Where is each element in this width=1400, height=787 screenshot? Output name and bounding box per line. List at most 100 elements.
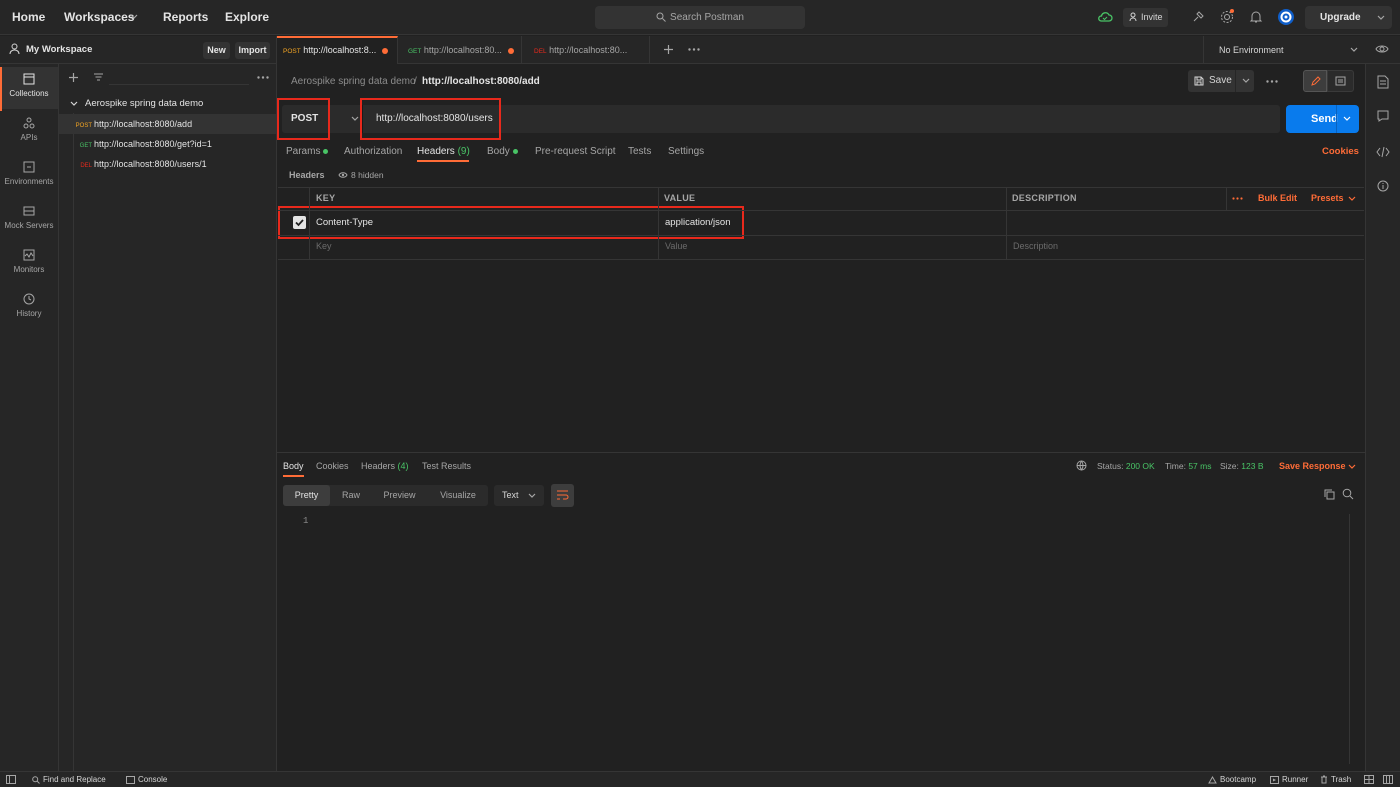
invite-button[interactable]: Invite xyxy=(1123,8,1168,27)
response-tab-test-results[interactable]: Test Results xyxy=(422,461,471,471)
edit-mode-button[interactable] xyxy=(1303,70,1327,92)
settings-icon[interactable] xyxy=(1219,9,1235,25)
more-icon[interactable] xyxy=(1232,197,1243,200)
cookies-link[interactable]: Cookies xyxy=(1322,146,1359,158)
save-button[interactable]: Save xyxy=(1188,70,1254,92)
tab-post[interactable]: POST http://localhost:8... xyxy=(277,36,398,64)
nav-reports[interactable]: Reports xyxy=(163,0,208,35)
new-button[interactable]: New xyxy=(203,42,230,59)
comments-icon[interactable] xyxy=(1377,110,1389,122)
format-preview[interactable]: Preview xyxy=(378,485,421,506)
help-icon[interactable] xyxy=(1383,775,1393,784)
add-icon[interactable] xyxy=(68,72,79,83)
divider xyxy=(278,259,1364,260)
tab-get[interactable]: GET http://localhost:80... xyxy=(398,36,522,64)
bulk-edit-link[interactable]: Bulk Edit xyxy=(1258,193,1297,203)
comment-mode-button[interactable] xyxy=(1327,70,1354,92)
search-bar[interactable]: Search Postman xyxy=(595,6,805,29)
console-button[interactable]: Console xyxy=(126,774,167,786)
chevron-down-icon[interactable] xyxy=(70,101,78,107)
tab-params[interactable]: Params xyxy=(286,146,329,158)
filter-icon[interactable] xyxy=(93,72,104,82)
info-icon[interactable] xyxy=(1377,180,1389,192)
more-icon[interactable] xyxy=(1266,80,1278,83)
request-url: http://localhost:8080/add xyxy=(94,119,193,129)
wrap-icon xyxy=(556,490,569,501)
language-select[interactable]: Text xyxy=(494,485,544,506)
nav-explore[interactable]: Explore xyxy=(225,0,269,35)
tab-tests[interactable]: Tests xyxy=(628,146,651,158)
trash-button[interactable]: Trash xyxy=(1320,774,1351,786)
key-input[interactable]: Key xyxy=(316,241,332,251)
tab-del[interactable]: DEL http://localhost:80... xyxy=(522,36,650,64)
value-input[interactable]: Value xyxy=(665,241,687,251)
tree-request-del[interactable]: DEL http://localhost:8080/users/1 xyxy=(59,154,276,174)
format-visualize[interactable]: Visualize xyxy=(435,485,481,506)
unsaved-dot xyxy=(382,47,389,54)
format-raw[interactable]: Raw xyxy=(336,485,366,506)
tab-pre-request-script[interactable]: Pre-request Script xyxy=(535,146,616,158)
import-button[interactable]: Import xyxy=(235,42,270,59)
more-icon[interactable] xyxy=(257,76,269,79)
header-enabled-checkbox[interactable] xyxy=(293,216,306,229)
description-input[interactable]: Description xyxy=(1013,241,1058,251)
nav-home[interactable]: Home xyxy=(12,0,45,35)
find-replace-button[interactable]: Find and Replace xyxy=(32,774,106,786)
tab-headers[interactable]: Headers (9) xyxy=(417,146,470,158)
apis-icon xyxy=(23,117,35,129)
rail-collections[interactable]: Collections xyxy=(0,67,58,111)
tab-authorization[interactable]: Authorization xyxy=(344,146,402,158)
save-response-dropdown[interactable]: Save Response xyxy=(1279,461,1346,471)
method-badge: GET xyxy=(408,48,422,55)
new-tab-icon[interactable] xyxy=(663,44,674,55)
globe-icon[interactable] xyxy=(1076,460,1087,471)
runner-button[interactable]: Runner xyxy=(1270,774,1308,786)
workspace-name[interactable]: My Workspace xyxy=(26,44,92,55)
environment-select[interactable]: No Environment xyxy=(1203,36,1366,64)
tree-request-post[interactable]: POST http://localhost:8080/add xyxy=(59,114,276,134)
bell-icon[interactable] xyxy=(1248,9,1264,25)
copy-icon[interactable] xyxy=(1324,489,1335,500)
more-tabs-icon[interactable] xyxy=(688,48,700,51)
breadcrumb-collection[interactable]: Aerospike spring data demo xyxy=(291,76,416,88)
collection-name[interactable]: Aerospike spring data demo xyxy=(85,98,203,109)
response-tab-headers[interactable]: Headers (4) xyxy=(361,461,409,471)
cloud-sync-icon[interactable] xyxy=(1097,9,1113,25)
rail-mock-servers[interactable]: Mock Servers xyxy=(0,199,58,241)
tree-request-get[interactable]: GET http://localhost:8080/get?id=1 xyxy=(59,134,276,154)
tab-settings[interactable]: Settings xyxy=(668,146,704,158)
runner-label: Runner xyxy=(1282,775,1309,784)
rail-apis[interactable]: APIs xyxy=(0,111,58,153)
nav-workspaces[interactable]: Workspaces xyxy=(64,0,134,35)
response-tab-body[interactable]: Body xyxy=(283,461,304,471)
eye-icon[interactable] xyxy=(1375,43,1389,55)
send-button[interactable]: Send xyxy=(1286,105,1359,133)
presets-dropdown[interactable]: Presets xyxy=(1311,193,1344,203)
layout-icon[interactable] xyxy=(1364,775,1374,784)
scrollbar[interactable] xyxy=(1349,514,1350,764)
eye-icon[interactable] xyxy=(338,171,348,179)
rail-environments[interactable]: Environments xyxy=(0,155,58,197)
wrap-lines-button[interactable] xyxy=(551,484,574,507)
response-tab-cookies[interactable]: Cookies xyxy=(316,461,349,471)
avatar[interactable] xyxy=(1277,8,1294,25)
satellite-icon[interactable] xyxy=(1190,9,1206,25)
bootcamp-button[interactable]: Bootcamp xyxy=(1208,774,1256,786)
send-label: Send xyxy=(1311,113,1338,125)
format-pretty[interactable]: Pretty xyxy=(283,485,330,506)
documentation-icon[interactable] xyxy=(1377,75,1389,89)
upgrade-button[interactable]: Upgrade xyxy=(1305,6,1392,29)
tab-body[interactable]: Body xyxy=(487,146,518,158)
hidden-headers-toggle[interactable]: 8 hidden xyxy=(351,170,384,180)
rail-monitors[interactable]: Monitors xyxy=(0,243,58,285)
code-icon[interactable] xyxy=(1376,146,1390,158)
header-key-cell[interactable]: Content-Type xyxy=(316,217,373,228)
filter-input[interactable] xyxy=(109,70,249,85)
search-icon[interactable] xyxy=(1342,488,1354,500)
sidebar-toggle-icon[interactable] xyxy=(6,775,16,784)
rail-history[interactable]: History xyxy=(0,287,58,329)
user-plus-icon xyxy=(1129,12,1139,22)
page-title[interactable]: http://localhost:8080/add xyxy=(422,76,540,88)
invite-label: Invite xyxy=(1141,12,1163,22)
header-value-cell[interactable]: application/json xyxy=(665,217,731,228)
